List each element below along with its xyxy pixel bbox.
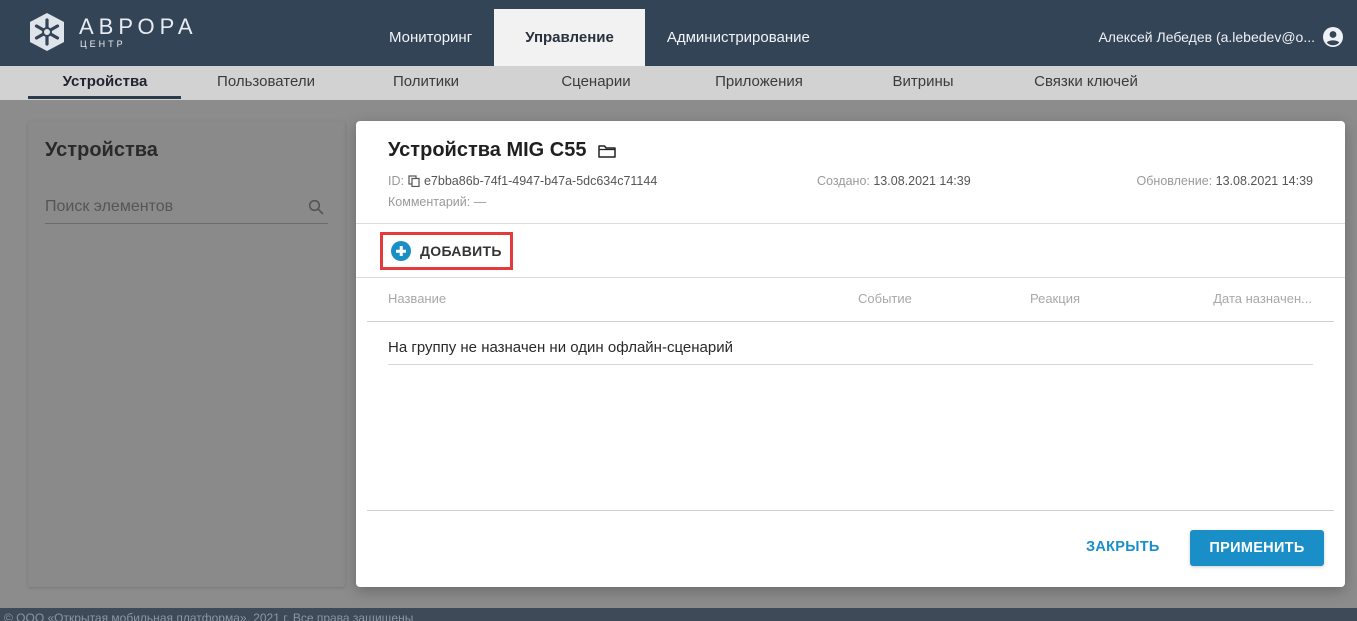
empty-row-divider bbox=[388, 364, 1313, 365]
created-label: Создано: bbox=[817, 174, 870, 188]
search-input[interactable]: Поиск элементов bbox=[45, 198, 173, 216]
subnav-policies[interactable]: Политики bbox=[393, 66, 459, 100]
brand-subtitle: ЦЕНТР bbox=[80, 39, 126, 49]
subnav-scenarios[interactable]: Сценарии bbox=[561, 66, 630, 100]
footer-divider bbox=[367, 510, 1334, 511]
created-value: 13.08.2021 14:39 bbox=[873, 174, 971, 188]
table-header-divider bbox=[367, 321, 1334, 322]
subnav-keychains[interactable]: Связки ключей bbox=[1034, 66, 1138, 100]
column-header-event[interactable]: Событие bbox=[858, 291, 912, 306]
updated-date: Обновление: 13.08.2021 14:39 bbox=[1137, 174, 1313, 188]
tab-monitoring[interactable]: Мониторинг bbox=[367, 9, 494, 66]
copyright: © ООО «Открытая мобильная платформа», 20… bbox=[0, 608, 1357, 621]
search-field[interactable]: Поиск элементов bbox=[45, 190, 328, 224]
add-circle-icon bbox=[391, 241, 411, 261]
add-button[interactable]: ДОБАВИТЬ bbox=[380, 232, 513, 270]
created-date: Создано: 13.08.2021 14:39 bbox=[817, 174, 971, 188]
apply-button[interactable]: ПРИМЕНИТЬ bbox=[1190, 530, 1324, 566]
user-name: Алексей Лебедев (a.lebedev@o... bbox=[1098, 29, 1315, 45]
toolbar-divider bbox=[356, 277, 1345, 278]
column-header-reaction[interactable]: Реакция bbox=[1030, 291, 1080, 306]
group-dialog: Устройства MIG C55 ID: e7bba86b-74f1-494… bbox=[356, 121, 1345, 587]
folder-icon bbox=[598, 144, 617, 158]
header-divider bbox=[356, 223, 1345, 224]
tab-administration[interactable]: Администрирование bbox=[645, 9, 832, 66]
subnav-applications[interactable]: Приложения bbox=[715, 66, 803, 100]
subnav-users[interactable]: Пользователи bbox=[217, 66, 315, 100]
column-header-assigned-date[interactable]: Дата назначен... bbox=[1213, 291, 1312, 306]
updated-label: Обновление: bbox=[1136, 174, 1213, 188]
brand-name: АВРОРА bbox=[79, 14, 198, 39]
id-label: ID: bbox=[388, 174, 404, 188]
comment-value: — bbox=[473, 195, 487, 209]
subnav-devices[interactable]: Устройства bbox=[63, 66, 148, 100]
top-bar: АВРОРА ЦЕНТР Мониторинг Управление Админ… bbox=[0, 0, 1357, 66]
group-comment: Комментарий: — bbox=[388, 195, 486, 209]
id-value: e7bba86b-74f1-4947-b47a-5dc634c71144 bbox=[423, 174, 658, 188]
active-tab-indicator bbox=[28, 96, 181, 99]
empty-state-message: На группу не назначен ни один офлайн-сце… bbox=[388, 339, 733, 356]
user-menu[interactable]: Алексей Лебедев (a.lebedev@o... bbox=[1098, 27, 1343, 47]
add-button-label: ДОБАВИТЬ bbox=[420, 243, 502, 259]
main-nav: Мониторинг Управление Администрирование bbox=[367, 9, 832, 66]
search-icon[interactable] bbox=[308, 199, 324, 215]
updated-value: 13.08.2021 14:39 bbox=[1215, 174, 1313, 188]
dialog-title: Устройства MIG C55 bbox=[388, 139, 617, 162]
group-name: Устройства MIG C55 bbox=[388, 139, 587, 161]
comment-label: Комментарий: bbox=[388, 195, 471, 209]
sub-nav: Устройства Пользователи Политики Сценари… bbox=[0, 66, 1357, 100]
column-header-name[interactable]: Название bbox=[388, 291, 446, 306]
aurora-logo-icon bbox=[30, 13, 64, 51]
devices-panel: Устройства Поиск элементов bbox=[28, 121, 345, 587]
tab-management[interactable]: Управление bbox=[494, 9, 645, 66]
logo[interactable]: АВРОРА ЦЕНТР bbox=[27, 12, 217, 54]
panel-title: Устройства bbox=[45, 139, 158, 161]
copy-icon[interactable] bbox=[408, 175, 420, 187]
group-id: ID: e7bba86b-74f1-4947-b47a-5dc634c71144 bbox=[388, 174, 657, 188]
account-icon bbox=[1323, 27, 1343, 47]
close-button[interactable]: ЗАКРЫТЬ bbox=[1086, 539, 1160, 555]
subnav-showcases[interactable]: Витрины bbox=[892, 66, 953, 100]
